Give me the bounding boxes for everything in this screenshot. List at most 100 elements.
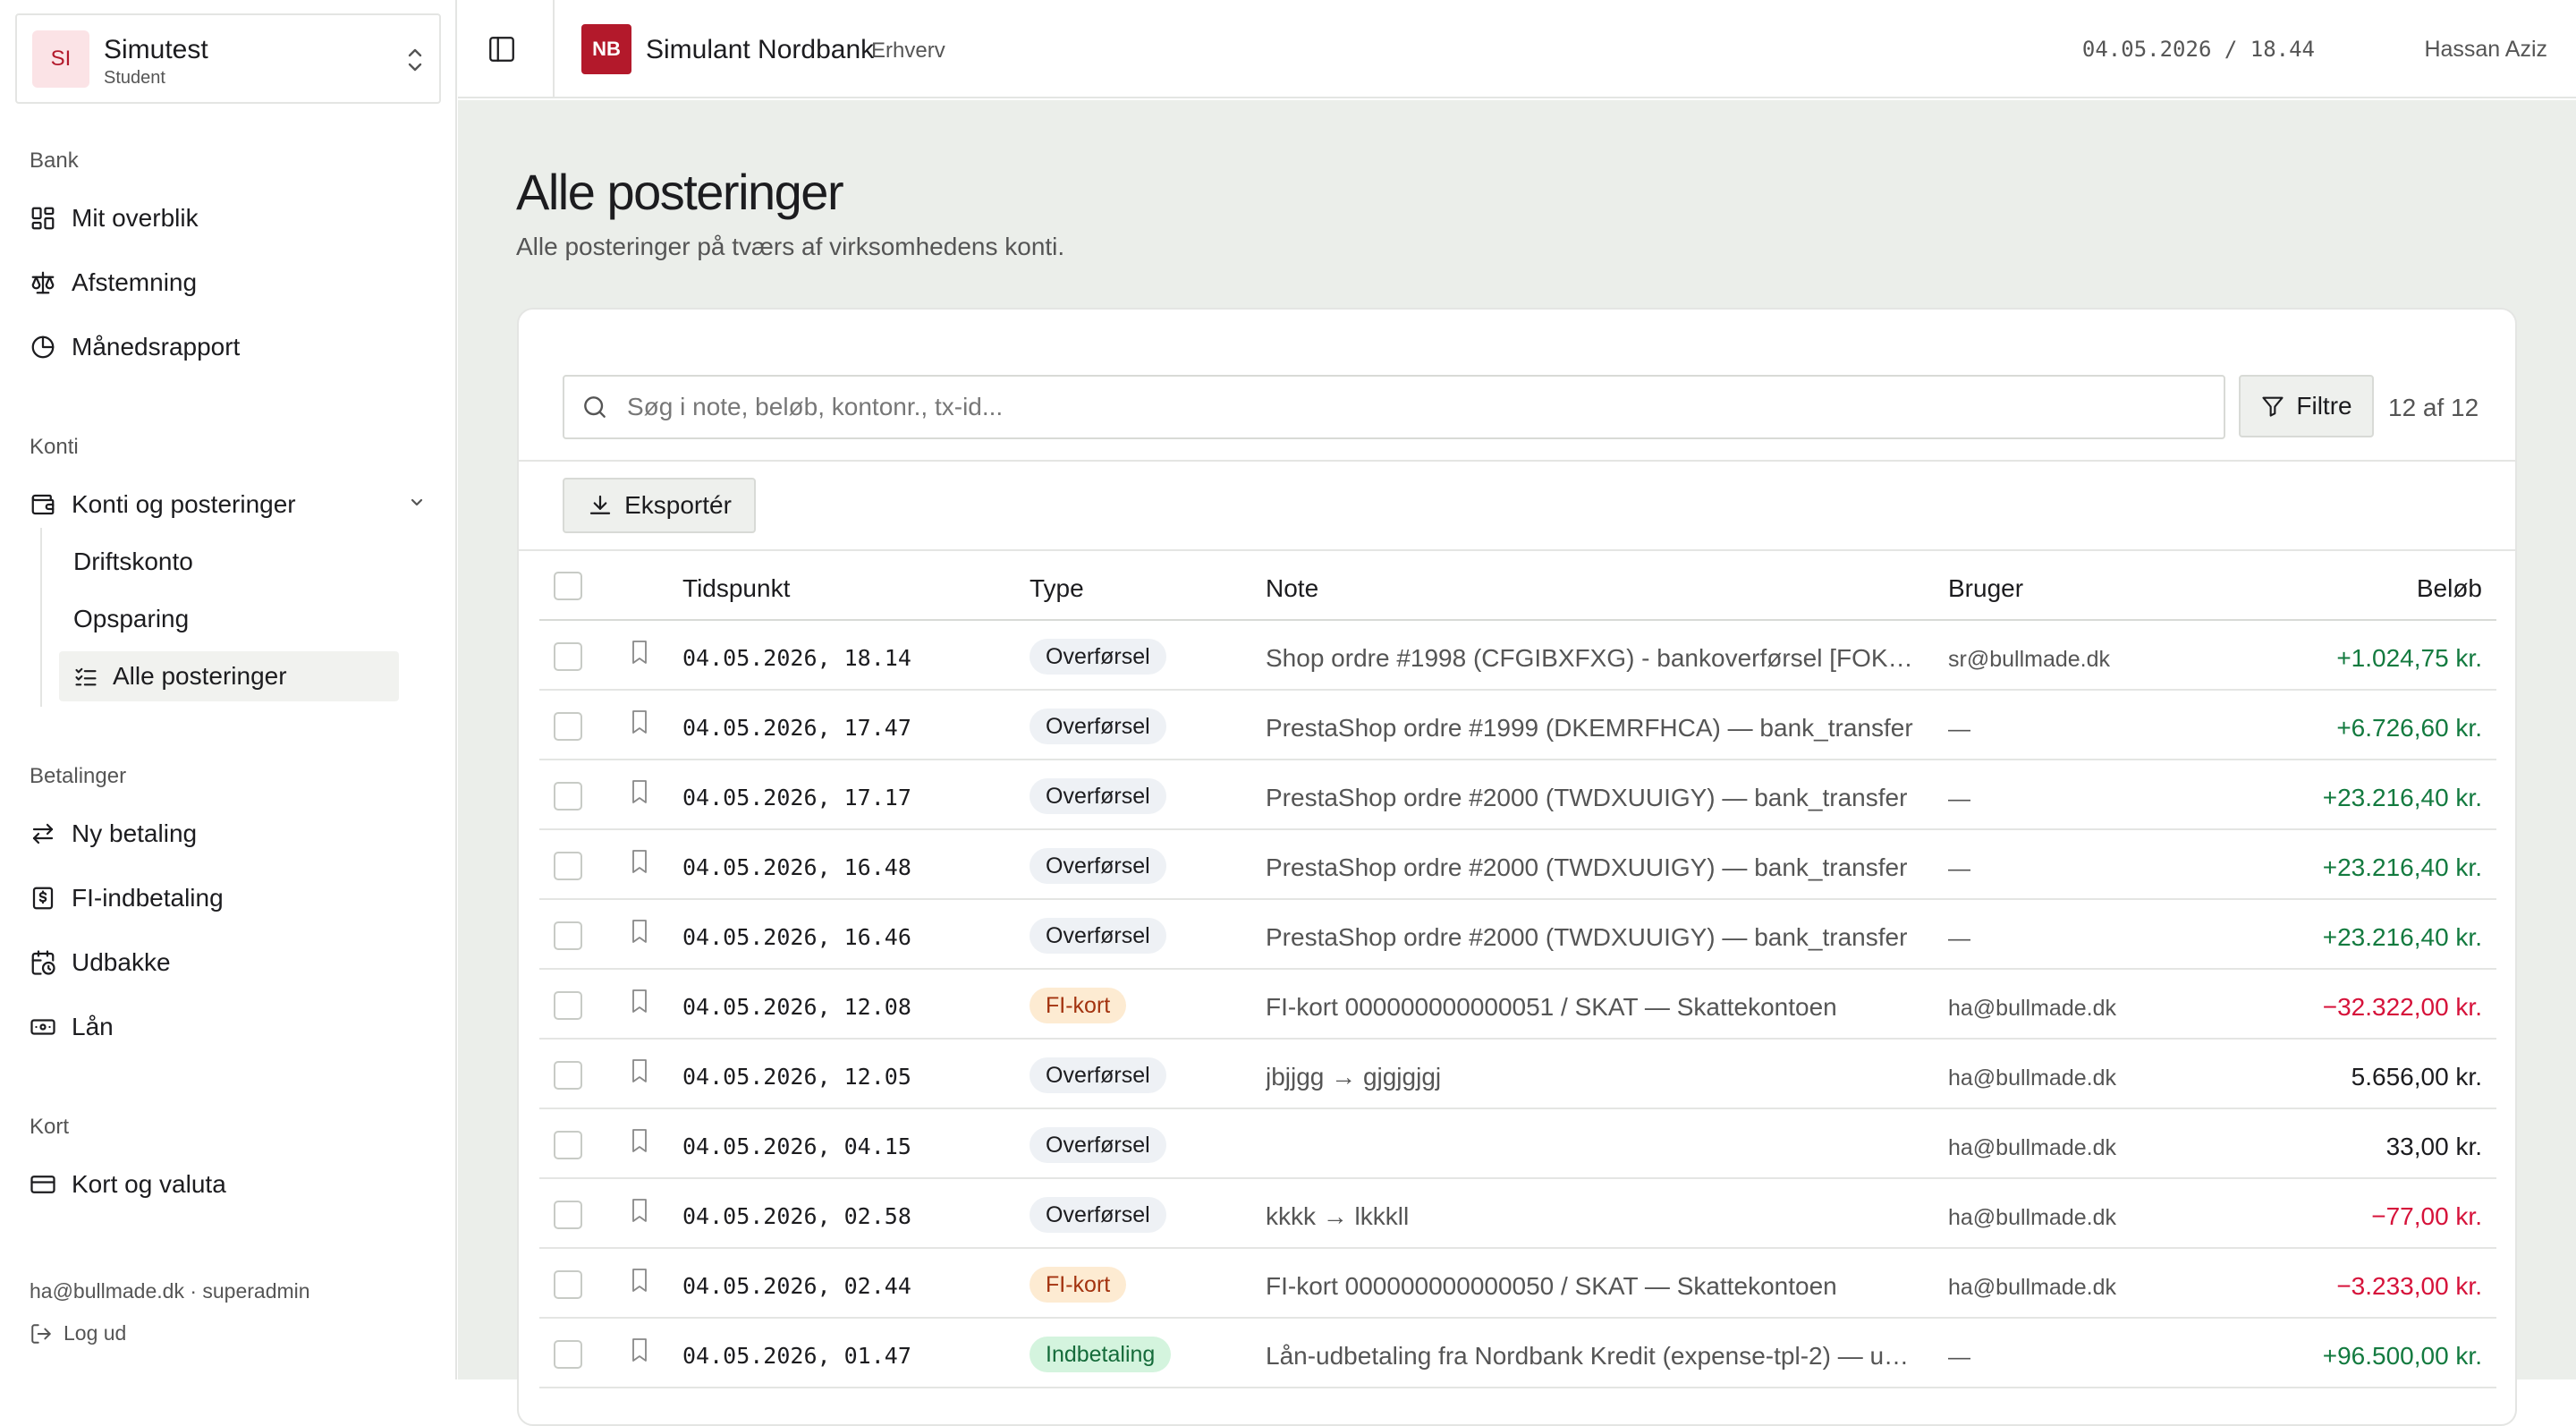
export-label: Eksportér [624,491,732,519]
row-amount: +23.216,40 kr. [2322,923,2482,951]
nav-section-betalinger: Betalinger [30,764,127,788]
select-all-checkbox[interactable] [554,572,582,600]
divider [519,460,2515,462]
sidebar-item-maanedsrapport[interactable]: Månedsrapport [30,329,240,365]
sidebar-item-afstemning[interactable]: Afstemning [30,265,197,301]
table-row[interactable]: 04.05.2026, 01.47 Indbetaling Lån-udbetali… [539,1319,2496,1388]
row-checkbox[interactable] [554,991,582,1020]
bookmark-icon[interactable] [629,988,650,1014]
current-user[interactable]: Hassan Aziz [2424,37,2547,63]
filter-label: Filtre [2296,392,2352,420]
row-amount: 5.656,00 kr. [2351,1063,2482,1091]
sidebar-item-udbakke[interactable]: Udbakke [30,945,171,980]
column-header-note[interactable]: Note [1266,574,1318,603]
row-note: FI-kort 000000000000051 / SKAT — Skattek… [1266,993,1837,1021]
type-badge: Overførsel [1030,1057,1166,1093]
sidebar-toggle-icon[interactable] [487,34,517,64]
row-time: 04.05.2026, 04.15 [682,1133,911,1159]
bookmark-icon[interactable] [629,1337,650,1363]
table-header: Tidspunkt Type Note Bruger Beløb [539,551,2496,621]
bank-segment: Erhverv [871,38,945,63]
table-row[interactable]: 04.05.2026, 17.17 Overførsel PrestaShop or… [539,760,2496,830]
table-row[interactable]: 04.05.2026, 16.46 Overførsel PrestaShop or… [539,900,2496,970]
sidebar-item-opsparing[interactable]: Opsparing [73,605,189,633]
row-time: 04.05.2026, 02.44 [682,1273,911,1299]
calendar-clock-icon [31,950,55,975]
row-checkbox[interactable] [554,1340,582,1369]
row-note: FI-kort 000000000000050 / SKAT — Skattek… [1266,1272,1837,1300]
table-row[interactable]: 04.05.2026, 16.48 Overførsel PrestaShop or… [539,830,2496,900]
workspace-switcher[interactable]: SI Simutest Student [15,13,441,104]
row-note: jbjjgg → gjgjgjgj [1266,1063,1442,1091]
sidebar-item-driftskonto[interactable]: Driftskonto [73,547,193,576]
row-user: ha@bullmade.dk [1948,1135,2116,1160]
bookmark-icon[interactable] [629,778,650,805]
table-row[interactable]: 04.05.2026, 02.44 FI-kort FI-kort 00000000… [539,1249,2496,1319]
subnav-line [40,528,42,707]
bookmark-icon[interactable] [629,848,650,875]
row-checkbox[interactable] [554,782,582,811]
filter-button[interactable]: Filtre [2239,375,2374,437]
table-row[interactable]: 04.05.2026, 02.58 Overførsel kkkk → lkkkll… [539,1179,2496,1249]
list-checks-icon [75,667,97,686]
sidebar-item-overblik[interactable]: Mit overblik [30,200,199,236]
sidebar-item-laan[interactable]: Lån [30,1009,114,1045]
type-badge: Overførsel [1030,709,1166,744]
sidebar-item-konti-posteringer[interactable]: Konti og posteringer [30,487,296,522]
column-header-type[interactable]: Type [1030,574,1084,603]
type-badge: Overførsel [1030,1127,1166,1163]
dashboard-icon [31,207,55,230]
row-user: — [1948,786,1970,811]
chevron-down-icon[interactable] [407,493,427,513]
column-header-time[interactable]: Tidspunkt [682,574,790,603]
bookmark-icon[interactable] [629,1127,650,1154]
sidebar-user-line: ha@bullmade.dk · superadmin [30,1279,310,1303]
column-header-amount[interactable]: Beløb [2417,574,2482,603]
row-checkbox[interactable] [554,1201,582,1229]
search-box[interactable] [563,375,2225,439]
sidebar: SI Simutest Student Bank Mit overblik Af… [0,0,457,1379]
sidebar-item-alle-posteringer[interactable]: Alle posteringer [59,651,399,701]
sidebar-item-label: Udbakke [72,948,171,976]
export-button[interactable]: Eksportér [563,478,756,533]
row-checkbox[interactable] [554,852,582,880]
row-user: ha@bullmade.dk [1948,1275,2116,1300]
logout-button[interactable]: Log ud [30,1321,126,1345]
bookmark-icon[interactable] [629,1057,650,1084]
row-checkbox[interactable] [554,712,582,741]
type-badge: FI-kort [1030,988,1127,1023]
row-checkbox[interactable] [554,1270,582,1299]
result-count: 12 af 12 [2388,394,2479,421]
row-checkbox[interactable] [554,1131,582,1159]
search-input[interactable] [627,393,2148,421]
bookmark-icon[interactable] [629,1267,650,1294]
row-checkbox[interactable] [554,921,582,950]
sidebar-item-kort-valuta[interactable]: Kort og valuta [30,1167,226,1202]
row-checkbox[interactable] [554,642,582,671]
receipt-dollar-icon [32,887,54,910]
sidebar-item-ny-betaling[interactable]: Ny betaling [30,816,197,852]
bookmark-icon[interactable] [629,709,650,735]
bookmark-icon[interactable] [629,1197,650,1224]
table-row[interactable]: 04.05.2026, 18.14 Overførsel Shop ordre #1… [539,621,2496,691]
bookmark-icon[interactable] [629,639,650,666]
row-time: 04.05.2026, 12.05 [682,1064,911,1090]
table-row[interactable]: 04.05.2026, 12.05 Overførsel jbjjgg → gjgj… [539,1040,2496,1109]
sidebar-item-fi-indbetaling[interactable]: FI-indbetaling [30,880,224,916]
column-header-user[interactable]: Bruger [1948,574,2023,603]
row-user: — [1948,856,1970,881]
table-row[interactable]: 04.05.2026, 17.47 Overførsel PrestaShop or… [539,691,2496,760]
row-time: 04.05.2026, 16.48 [682,854,911,880]
type-badge: Overførsel [1030,1197,1166,1233]
bookmark-icon[interactable] [629,918,650,945]
workspace-name: Simutest [104,35,208,64]
topbar-divider [553,0,555,98]
bank-name: Simulant Nordbank [646,35,875,64]
table-row[interactable]: 04.05.2026, 12.08 FI-kort FI-kort 00000000… [539,970,2496,1040]
row-time: 04.05.2026, 18.14 [682,645,911,671]
row-user: — [1948,717,1970,742]
sidebar-item-label: Månedsrapport [72,333,241,361]
row-checkbox[interactable] [554,1061,582,1090]
download-icon [589,495,611,514]
table-row[interactable]: 04.05.2026, 04.15 Overførsel ha@bullmade.d… [539,1109,2496,1179]
